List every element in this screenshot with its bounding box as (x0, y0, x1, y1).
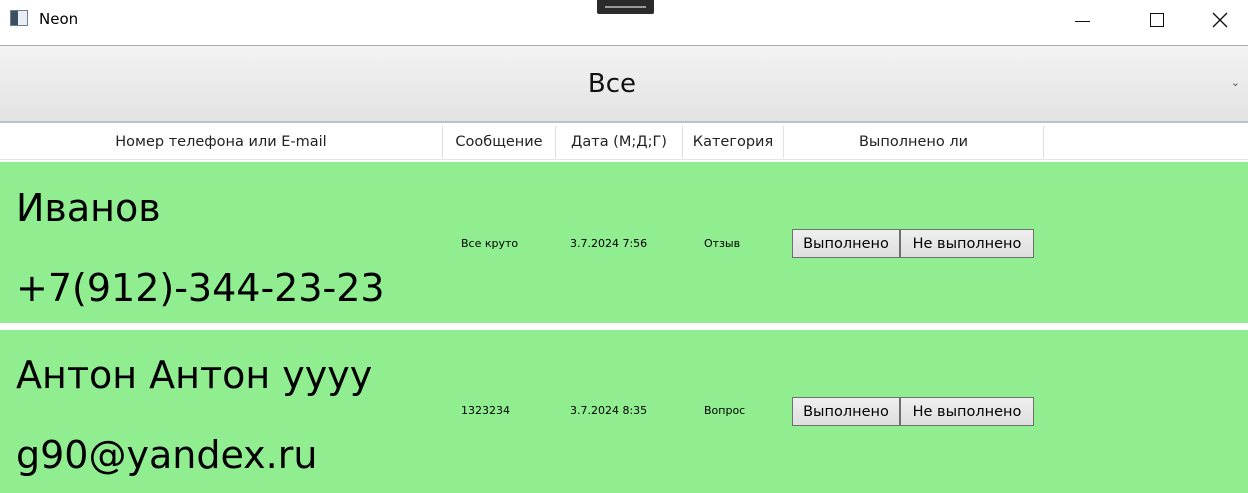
close-icon (1212, 12, 1228, 28)
close-button[interactable] (1192, 0, 1248, 40)
column-header-message[interactable]: Сообщение (443, 126, 556, 158)
title-bar[interactable]: Neon (0, 0, 1248, 45)
maximize-button[interactable] (1129, 0, 1185, 40)
drag-handle[interactable] (597, 0, 654, 14)
row-message: 1323234 (461, 404, 510, 417)
row-name: Иванов (16, 186, 161, 230)
row-category: Отзыв (704, 237, 741, 250)
row-date: 3.7.2024 7:56 (570, 237, 648, 250)
column-header-contact[interactable]: Номер телефона или E-mail (0, 126, 443, 158)
mark-not-done-button[interactable]: Не выполнено (900, 397, 1034, 426)
row-message: Все круто (461, 237, 519, 250)
row-contact: +7(912)-344-23-23 (16, 266, 385, 310)
row-name: Антон Антон уууу (16, 353, 373, 397)
app-icon (10, 10, 28, 26)
app-window: Neon Все ⌄ Номер телефона или E-mail Соо… (0, 0, 1248, 493)
minimize-button[interactable] (1054, 0, 1110, 40)
column-header-date[interactable]: Дата (М;Д;Г) (556, 126, 683, 158)
mark-done-button[interactable]: Выполнено (792, 229, 900, 258)
mark-not-done-button[interactable]: Не выполнено (900, 229, 1034, 258)
mark-done-button[interactable]: Выполнено (792, 397, 900, 426)
window-title: Neon (39, 10, 79, 28)
table-row[interactable]: Антон Антон уууу g90@yandex.ru 1323234 3… (0, 330, 1248, 493)
minimize-icon (1074, 20, 1090, 22)
table-header: Номер телефона или E-mail Сообщение Дата… (0, 126, 1248, 160)
row-contact: g90@yandex.ru (16, 433, 318, 477)
filter-selected-value: Все (587, 69, 637, 99)
column-header-done[interactable]: Выполнено ли (784, 126, 1044, 158)
row-category: Вопрос (704, 404, 746, 417)
chevron-down-icon[interactable]: ⌄ (1231, 76, 1240, 89)
row-separator (0, 323, 1248, 330)
row-date: 3.7.2024 8:35 (570, 404, 648, 417)
maximize-icon (1150, 13, 1164, 27)
table-row[interactable]: Иванов +7(912)-344-23-23 Все круто 3.7.2… (0, 162, 1248, 323)
column-header-category[interactable]: Категория (683, 126, 784, 158)
category-filter-combobox[interactable]: Все ⌄ (0, 45, 1248, 123)
